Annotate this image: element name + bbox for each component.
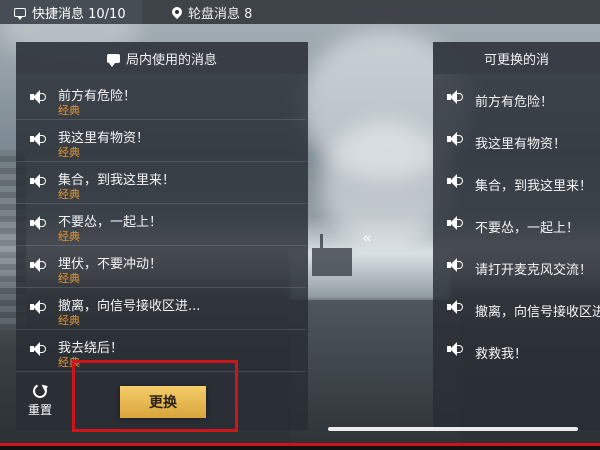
- panel-title: 可更换的消: [483, 52, 549, 68]
- tab-label: 轮盘消息 8: [188, 6, 253, 22]
- tab-bar: 快捷消息 10/10 轮盘消息 8: [0, 0, 600, 24]
- scroll-indicator: [328, 427, 578, 431]
- list-item[interactable]: 集合，到我这里来！: [433, 162, 598, 204]
- oil-rig-silhouette: [312, 234, 352, 276]
- list-item[interactable]: 救救我！: [433, 330, 598, 372]
- speaker-icon: [30, 132, 46, 146]
- reset-label: 重置: [27, 403, 52, 417]
- tab-quick-messages[interactable]: 快捷消息 10/10: [0, 0, 142, 24]
- panel-header: 可更换的消: [433, 42, 600, 74]
- highlight-annotation-box: [72, 360, 238, 432]
- speaker-icon: [447, 216, 463, 230]
- speaker-icon: [30, 216, 46, 230]
- list-item[interactable]: 集合，到我这里来！ 经典: [16, 162, 306, 204]
- speaker-icon: [30, 174, 46, 188]
- message-text: 前方有危险！: [475, 95, 554, 110]
- storm-cloud: [320, 120, 450, 250]
- replaceable-messages-panel: 可更换的消 前方有危险！ 我这里有物资！ 集合，到我这里来！ 不要怂，一起上！ …: [433, 42, 600, 430]
- speaker-icon: [447, 90, 463, 104]
- panel-header: 局内使用的消息: [16, 42, 308, 74]
- speaker-icon: [30, 258, 46, 272]
- message-text: 不要怂，一起上！: [475, 221, 580, 236]
- refresh-icon: [31, 382, 49, 400]
- list-item[interactable]: 前方有危险！ 经典: [16, 78, 306, 120]
- bottom-strip: [0, 446, 600, 450]
- speaker-icon: [447, 300, 463, 314]
- list-item[interactable]: 撤离，向信号接收区进... 经典: [16, 288, 306, 330]
- list-item[interactable]: 不要怂，一起上！: [433, 204, 598, 246]
- message-tag: 经典: [58, 272, 80, 285]
- list-item[interactable]: 前方有危险！: [433, 78, 598, 120]
- message-list: 前方有危险！ 我这里有物资！ 集合，到我这里来！ 不要怂，一起上！ 请打开麦克风…: [433, 74, 600, 372]
- message-tag: 经典: [58, 230, 80, 243]
- list-item[interactable]: 不要怂，一起上！ 经典: [16, 204, 306, 246]
- list-item[interactable]: 埋伏，不要冲动！ 经典: [16, 246, 306, 288]
- speaker-icon: [447, 258, 463, 272]
- list-item[interactable]: 我这里有物资！: [433, 120, 598, 162]
- speaker-icon: [30, 90, 46, 104]
- speaker-icon: [447, 174, 463, 188]
- message-tag: 经典: [58, 314, 80, 327]
- message-text: 请打开麦克风交流！: [475, 263, 593, 278]
- list-item[interactable]: 请打开麦克风交流！: [433, 246, 598, 288]
- message-tag: 经典: [58, 188, 80, 201]
- tab-label: 快捷消息 10/10: [32, 6, 126, 22]
- message-tag: 经典: [58, 146, 80, 159]
- reset-button[interactable]: 重置: [22, 382, 58, 418]
- panel-title: 局内使用的消息: [125, 52, 217, 68]
- message-text: 救救我！: [475, 347, 528, 362]
- list-item[interactable]: 撤离，向信号接收区进: [433, 288, 600, 330]
- message-tag: 经典: [58, 104, 80, 117]
- speaker-icon: [30, 342, 46, 356]
- message-text: 撤离，向信号接收区进: [475, 305, 600, 320]
- tab-wheel-messages[interactable]: 轮盘消息 8: [169, 0, 253, 24]
- list-item[interactable]: 我这里有物资！ 经典: [16, 120, 306, 162]
- location-pin-icon: [169, 4, 185, 20]
- collapse-chevron-icon[interactable]: «: [362, 228, 372, 247]
- message-icon: [14, 7, 26, 20]
- message-list: 前方有危险！ 经典 我这里有物资！ 经典 集合，到我这里来！ 经典 不要怂，一起…: [16, 74, 308, 372]
- message-text: 集合，到我这里来！: [475, 179, 593, 194]
- speaker-icon: [447, 132, 463, 146]
- message-text: 我这里有物资！: [475, 137, 567, 152]
- speaker-icon: [30, 300, 46, 314]
- message-icon: [106, 53, 120, 67]
- speaker-icon: [447, 342, 463, 356]
